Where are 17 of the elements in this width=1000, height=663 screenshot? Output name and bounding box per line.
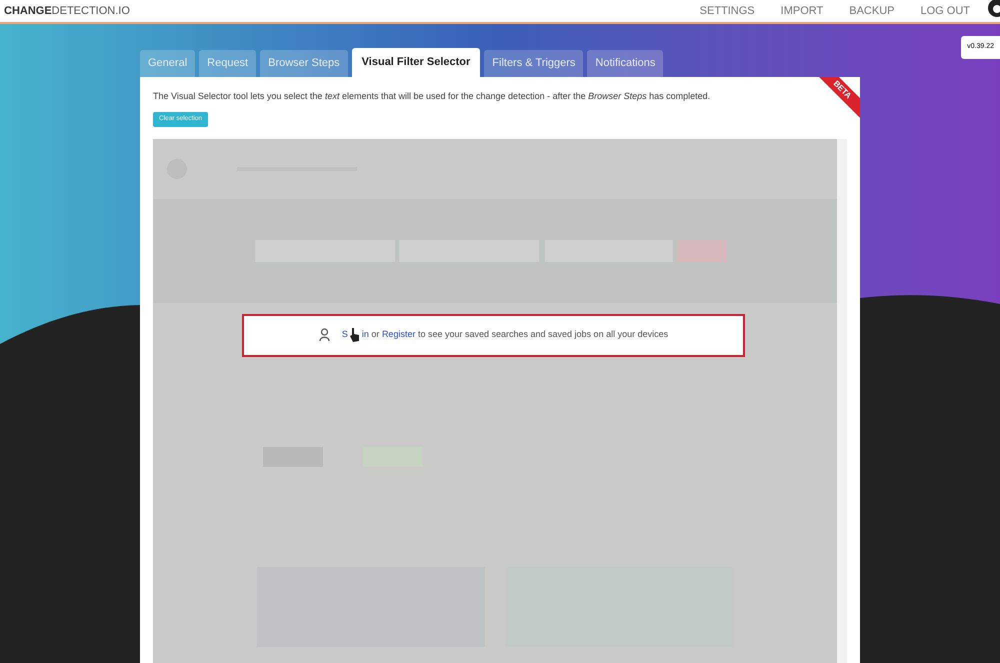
tab[interactable]: Browser Steps xyxy=(260,50,348,77)
nav-link[interactable]: LOG OUT xyxy=(920,2,970,20)
pointer-cursor-icon xyxy=(348,327,361,343)
sign-in-prompt: in or Register to see your saved searches and saved jobs on all your devices xyxy=(362,328,668,342)
nav-link[interactable]: SETTINGS xyxy=(700,2,755,20)
nav-link[interactable]: BACKUP xyxy=(849,2,894,20)
link[interactable]: Register xyxy=(382,329,416,340)
tab[interactable]: Notifications xyxy=(587,50,664,77)
nav-link[interactable]: IMPORT xyxy=(780,2,824,20)
link[interactable]: in xyxy=(362,329,369,340)
tab[interactable]: Filters & Triggers xyxy=(484,50,584,77)
tab[interactable]: Request xyxy=(199,50,256,77)
site-logo[interactable]: CHANGEDETECTION.IO xyxy=(4,2,130,20)
highlighted-element[interactable]: S in or Register to see your saved searches and saved jobs on all your devices xyxy=(242,314,745,356)
link[interactable]: S xyxy=(342,328,348,342)
user-icon xyxy=(318,328,330,342)
tab[interactable]: Visual Filter Selector xyxy=(352,48,480,77)
